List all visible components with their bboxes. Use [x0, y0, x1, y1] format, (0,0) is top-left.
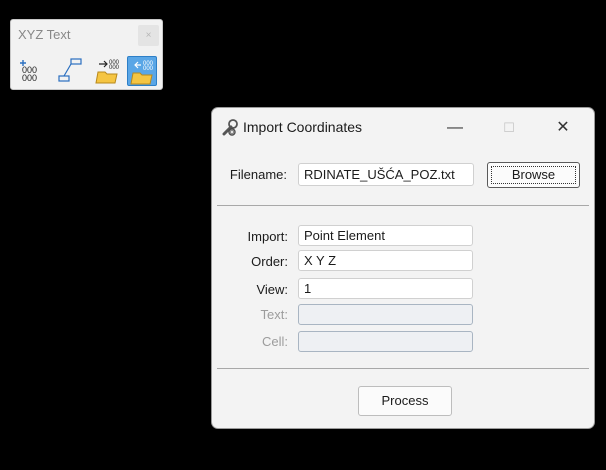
svg-text:000: 000: [109, 65, 120, 71]
browse-button[interactable]: Browse: [487, 162, 580, 188]
process-button[interactable]: Process: [358, 386, 452, 416]
toolbox-title: XYZ Text: [18, 27, 71, 42]
cell-field: [298, 331, 473, 352]
filename-field[interactable]: RDINATE_UŠĆA_POZ.txt: [298, 163, 474, 186]
export-coordinates-icon: 000 000: [95, 60, 120, 84]
import-coordinates-icon: 000 000: [130, 61, 154, 85]
cell-label: Cell:: [261, 334, 288, 349]
maximize-button: ☐: [503, 120, 515, 135]
filename-label: Filename:: [229, 167, 287, 182]
wrench-gear-icon: [222, 119, 238, 136]
export-coordinates-tool[interactable]: 000 000: [93, 56, 123, 86]
view-label: View:: [256, 282, 288, 297]
order-label: Order:: [251, 254, 288, 269]
toolbox-close-button[interactable]: ×: [138, 25, 159, 46]
import-coordinates-dialog: Import Coordinates — ☐ ✕ Filename: RDINA…: [211, 107, 595, 429]
label-element-icon: [58, 58, 82, 82]
separator-top: [217, 205, 589, 206]
label-element-tool[interactable]: [56, 56, 86, 86]
xyz-text-toolbox: XYZ Text × 000 000 000 000 000 000: [10, 19, 163, 90]
place-point-xyz-icon: 000 000: [20, 60, 37, 83]
text-field: [298, 304, 473, 325]
import-label: Import:: [247, 229, 288, 244]
place-point-xyz-tool[interactable]: 000 000: [17, 56, 47, 86]
dialog-titlebar[interactable]: Import Coordinates — ☐ ✕: [212, 108, 594, 148]
svg-text:000: 000: [143, 66, 154, 72]
import-select[interactable]: Point Element: [298, 225, 473, 246]
view-field[interactable]: 1: [298, 278, 473, 299]
minimize-button[interactable]: —: [432, 114, 478, 142]
focus-rectangle: [491, 166, 576, 184]
import-coordinates-tool[interactable]: 000 000: [127, 56, 157, 86]
separator-bottom: [217, 368, 589, 369]
svg-text:000: 000: [22, 73, 37, 83]
dialog-title: Import Coordinates: [243, 119, 363, 135]
close-button[interactable]: ✕: [540, 114, 586, 142]
order-select[interactable]: X Y Z: [298, 250, 473, 271]
text-label: Text:: [260, 307, 288, 322]
